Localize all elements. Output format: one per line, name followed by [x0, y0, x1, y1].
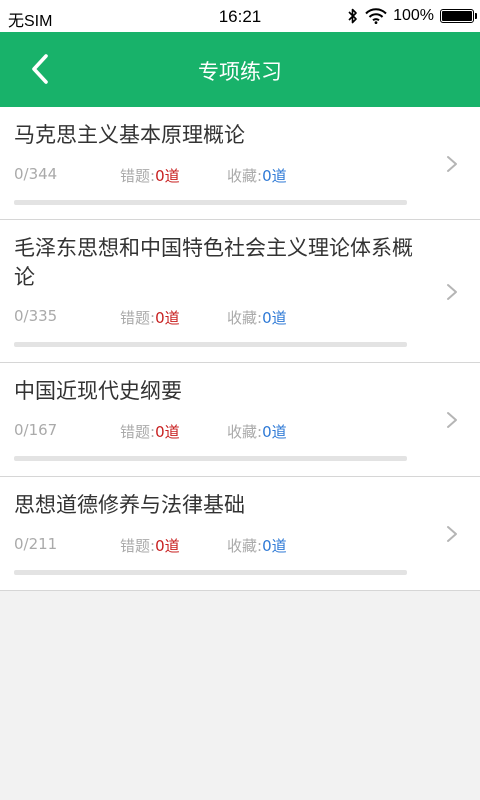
wrong-count: 错题:0道: [120, 535, 180, 556]
subject-list-item[interactable]: 马克思主义基本原理概论 0/344 错题:0道 收藏:0道: [0, 107, 480, 220]
subject-title: 中国近现代史纲要: [14, 379, 182, 403]
wrong-label: 错题:: [120, 423, 156, 441]
subject-list-item[interactable]: 中国近现代史纲要 0/167 错题:0道 收藏:0道: [0, 363, 480, 477]
bluetooth-icon: [348, 8, 357, 24]
chevron-right-icon: [447, 412, 457, 428]
battery-fill: [442, 11, 472, 21]
favorite-value: 0道: [262, 167, 287, 185]
progress-bar: [14, 570, 407, 575]
progress-count: 0/211: [14, 535, 58, 553]
battery-icon: [440, 9, 477, 23]
battery-percent: 100%: [393, 7, 434, 24]
favorite-count: 收藏:0道: [227, 421, 287, 442]
progress-bar: [14, 456, 407, 461]
favorite-value: 0道: [262, 537, 287, 555]
chevron-right-icon: [447, 526, 457, 542]
status-indicators: 100%: [347, 5, 477, 27]
progress-count: 0/167: [14, 421, 58, 439]
subject-list-item[interactable]: 毛泽东思想和中国特色社会主义理论体系概论 0/335 错题:0道 收藏:0道: [0, 220, 480, 363]
progress-count: 0/344: [14, 165, 58, 183]
wrong-value: 0道: [155, 537, 180, 555]
progress-bar: [14, 200, 407, 205]
favorite-label: 收藏:: [227, 167, 263, 185]
chevron-right-icon: [447, 284, 457, 300]
favorite-label: 收藏:: [227, 537, 263, 555]
favorite-count: 收藏:0道: [227, 165, 287, 186]
subject-title: 马克思主义基本原理概论: [14, 123, 245, 147]
wrong-label: 错题:: [120, 167, 156, 185]
subject-title: 思想道德修养与法律基础: [14, 493, 245, 517]
wrong-count: 错题:0道: [120, 165, 180, 186]
wrong-value: 0道: [155, 309, 180, 327]
progress-bar: [14, 342, 407, 347]
wrong-label: 错题:: [120, 537, 156, 555]
nav-bar: 专项练习: [0, 32, 480, 107]
subject-title: 毛泽东思想和中国特色社会主义理论体系概论: [14, 236, 413, 289]
chevron-right-icon: [447, 156, 457, 172]
wrong-count: 错题:0道: [120, 307, 180, 328]
wrong-count: 错题:0道: [120, 421, 180, 442]
favorite-count: 收藏:0道: [227, 535, 287, 556]
wrong-value: 0道: [155, 423, 180, 441]
wifi-icon: [365, 8, 387, 24]
favorite-label: 收藏:: [227, 423, 263, 441]
status-bar: 无SIM 16:21 100%: [0, 0, 480, 32]
page-title: 专项练习: [198, 60, 282, 84]
favorite-count: 收藏:0道: [227, 307, 287, 328]
favorite-value: 0道: [262, 423, 287, 441]
progress-count: 0/335: [14, 307, 58, 325]
wrong-value: 0道: [155, 167, 180, 185]
subject-list-item[interactable]: 思想道德修养与法律基础 0/211 错题:0道 收藏:0道: [0, 477, 480, 591]
subject-list: 马克思主义基本原理概论 0/344 错题:0道 收藏:0道 毛泽东思想和中国特色社会主义…: [0, 107, 480, 591]
favorite-value: 0道: [262, 309, 287, 327]
favorite-label: 收藏:: [227, 309, 263, 327]
wrong-label: 错题:: [120, 309, 156, 327]
